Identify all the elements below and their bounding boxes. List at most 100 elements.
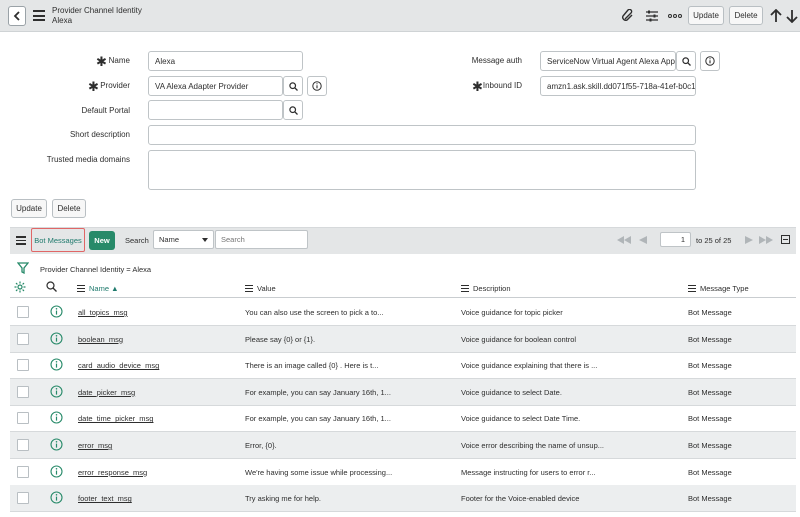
column-header-description[interactable]: Description — [461, 284, 511, 293]
form-update-button[interactable]: Update — [11, 199, 47, 218]
row-message-type: Bot Message — [688, 467, 732, 477]
last-page-icon[interactable] — [759, 236, 773, 244]
provider-info-button[interactable] — [307, 76, 327, 96]
table-row[interactable]: error_response_msg We're having some issu… — [10, 459, 796, 486]
inbound-id-field[interactable]: amzn1.ask.skill.dd071f55-718a-41ef-b0c1- — [540, 76, 696, 96]
row-value: Try asking me for help. — [245, 494, 321, 504]
table-row[interactable]: date_picker_msg For example, you can say … — [10, 378, 796, 406]
row-checkbox[interactable] — [17, 492, 29, 505]
message-auth-field[interactable]: ServiceNow Virtual Agent Alexa App — [540, 51, 676, 71]
new-button[interactable]: New — [89, 231, 115, 250]
attachment-icon[interactable] — [620, 8, 636, 24]
tab-bot-messages[interactable]: Bot Messages — [31, 228, 85, 252]
row-value: Please say {0} or {1}. — [245, 334, 316, 344]
row-name-link[interactable]: error_msg — [78, 441, 112, 450]
table-row[interactable]: card_audio_device_msg There is an image c… — [10, 352, 796, 380]
provider-label: Provider — [100, 81, 130, 90]
back-button[interactable] — [8, 6, 26, 26]
row-checkbox[interactable] — [17, 306, 29, 318]
row-name-link[interactable]: all_topics_msg — [78, 308, 128, 317]
arrow-up-icon[interactable] — [768, 8, 784, 24]
filter-breadcrumb[interactable]: Provider Channel Identity = Alexa — [40, 265, 151, 274]
row-checkbox[interactable] — [17, 412, 29, 425]
row-checkbox[interactable] — [17, 465, 29, 478]
trusted-media-domains-field[interactable] — [148, 150, 696, 190]
message-auth-lookup-button[interactable] — [676, 51, 696, 71]
page-range-text: to 25 of 25 — [696, 236, 732, 245]
search-input[interactable] — [215, 230, 308, 249]
message-auth-info-button[interactable] — [700, 51, 720, 71]
search-column-icon[interactable] — [46, 281, 57, 292]
settings-sliders-icon[interactable] — [644, 8, 660, 24]
provider-field[interactable]: VA Alexa Adapter Provider — [148, 76, 283, 96]
column-menu-icon[interactable] — [245, 285, 253, 293]
column-menu-icon[interactable] — [77, 285, 85, 293]
row-name-link[interactable]: boolean_msg — [78, 335, 123, 344]
previous-page-icon[interactable] — [639, 236, 647, 244]
row-name-link[interactable]: card_audio_device_msg — [78, 361, 159, 370]
row-message-type: Bot Message — [688, 334, 732, 344]
info-icon[interactable] — [50, 305, 63, 318]
table-row[interactable]: date_time_picker_msg For example, you can… — [10, 405, 796, 433]
filter-icon[interactable] — [17, 262, 29, 274]
table-row[interactable]: all_topics_msg You can also use the scree… — [10, 299, 796, 326]
row-checkbox[interactable] — [17, 359, 29, 372]
row-value: You can also use the screen to pick a to… — [245, 308, 384, 317]
row-name-link[interactable]: date_picker_msg — [78, 388, 135, 397]
personalize-list-gear-icon[interactable] — [14, 281, 26, 293]
chevron-left-icon — [13, 11, 20, 21]
more-options-icon[interactable] — [667, 8, 683, 24]
row-message-type: Bot Message — [688, 414, 732, 424]
page-number-input[interactable]: 1 — [660, 232, 691, 247]
header-delete-button[interactable]: Delete — [729, 6, 763, 25]
info-icon — [312, 81, 322, 91]
first-page-icon[interactable] — [617, 236, 631, 244]
default-portal-field[interactable] — [148, 100, 283, 120]
row-checkbox[interactable] — [17, 439, 29, 451]
row-checkbox[interactable] — [17, 332, 29, 345]
form-delete-button[interactable]: Delete — [52, 199, 86, 218]
info-icon[interactable] — [50, 358, 63, 371]
row-description: Voice guidance to select Date Time. — [461, 414, 581, 424]
message-auth-label: Message auth — [471, 56, 522, 65]
info-icon[interactable] — [50, 411, 63, 424]
header-update-button[interactable]: Update — [688, 6, 724, 25]
info-icon[interactable] — [50, 465, 63, 478]
column-menu-icon[interactable] — [461, 285, 469, 293]
arrow-down-icon[interactable] — [784, 8, 800, 24]
info-icon[interactable] — [50, 385, 63, 398]
column-header-value[interactable]: Value — [245, 284, 276, 293]
info-icon — [705, 56, 715, 66]
short-description-field[interactable] — [148, 125, 696, 145]
table-row[interactable]: error_msg Error, {0}. Voice error describi… — [10, 432, 796, 459]
row-value: For example, you can say January 16th, 1… — [245, 414, 391, 424]
column-header-message-type[interactable]: Message Type — [688, 284, 749, 293]
table-row[interactable]: footer_text_msg Try asking me for help. Fo… — [10, 485, 796, 513]
row-description: Voice error describing the name of unsup… — [461, 441, 604, 450]
list-menu-icon[interactable] — [16, 236, 26, 245]
column-header-name[interactable]: Name ▲ — [77, 284, 119, 293]
row-name-link[interactable]: error_response_msg — [78, 468, 147, 477]
record-table-label: Provider Channel Identity — [52, 6, 142, 15]
row-description: Voice guidance to select Date. — [461, 387, 562, 397]
row-description: Voice guidance for boolean control — [461, 334, 577, 344]
name-field[interactable]: Alexa — [148, 51, 303, 71]
row-checkbox[interactable] — [17, 385, 29, 398]
table-row[interactable]: boolean_msg Please say {0} or {1}. Voice g… — [10, 325, 796, 353]
info-icon[interactable] — [50, 491, 63, 504]
row-name-link[interactable]: footer_text_msg — [78, 494, 132, 503]
context-menu-icon[interactable] — [33, 10, 45, 21]
search-field-select[interactable]: Name — [153, 230, 214, 249]
row-value: There is an image called {0} . Here is t… — [245, 361, 379, 371]
info-icon[interactable] — [50, 438, 63, 451]
row-name-link[interactable]: date_time_picker_msg — [78, 414, 153, 423]
next-page-icon[interactable] — [745, 236, 753, 244]
name-label: Name — [108, 56, 130, 65]
default-portal-lookup-button[interactable] — [283, 100, 303, 120]
info-icon[interactable] — [50, 332, 63, 345]
row-value: We're having some issue while processing… — [245, 467, 393, 477]
provider-lookup-button[interactable] — [283, 76, 303, 96]
row-description: Voice guidance explaining that there is … — [461, 361, 598, 371]
column-menu-icon[interactable] — [688, 285, 696, 293]
collapse-list-icon[interactable] — [781, 235, 790, 244]
